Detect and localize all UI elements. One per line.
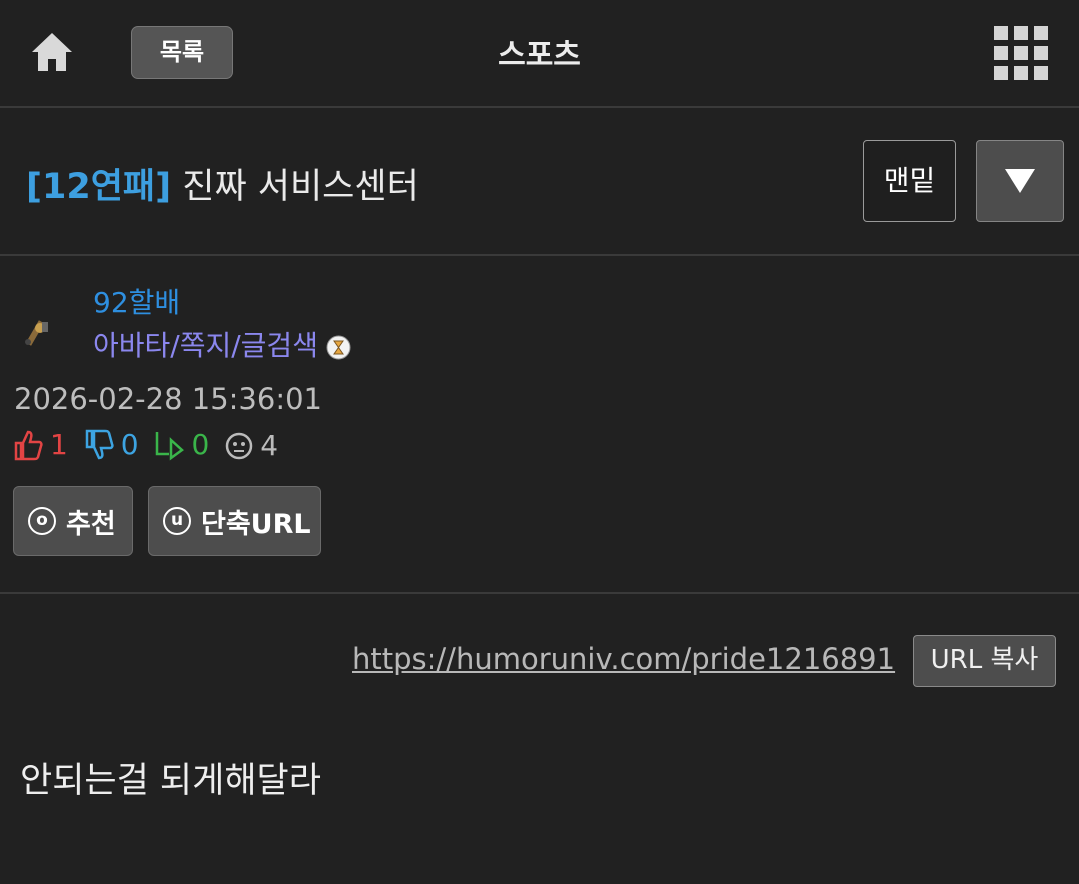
short-url-button[interactable]: u 단축URL <box>148 486 321 556</box>
post-tag: [12연패] <box>26 167 172 207</box>
post-date: 2026-02-28 15:36:01 <box>14 382 322 416</box>
view-count: 4 <box>260 429 279 462</box>
author-nickname[interactable]: 92할배 <box>93 281 180 321</box>
dislike-count: 0 <box>120 428 139 461</box>
post-content: 안되는걸 되게해달라 <box>20 761 321 801</box>
post-title-bar: [12연패] 진짜 서비스센터 맨밑 <box>0 108 1079 256</box>
post-title-text: 진짜 서비스센터 <box>182 167 419 207</box>
post-body: https://humoruniv.com/pride1216891 URL 복… <box>0 594 1079 884</box>
post-stats: 1 0 0 4 <box>12 428 284 464</box>
post-url-link[interactable]: https://humoruniv.com/pride1216891 <box>352 642 895 676</box>
reply-stat: 0 <box>153 428 209 461</box>
thumbs-down-icon <box>85 429 114 459</box>
badge-icon <box>326 335 351 360</box>
dislike-stat: 0 <box>83 428 139 461</box>
board-title: 스포츠 <box>498 38 581 73</box>
reply-arrow-icon <box>156 431 185 460</box>
scroll-bottom-button[interactable]: 맨밑 <box>863 140 956 222</box>
author-section: 92할배 아바타/쪽지/글검색 2026-02-28 15:36:01 1 0 … <box>0 256 1079 594</box>
like-count: 1 <box>50 428 68 461</box>
avatar[interactable] <box>20 316 52 350</box>
grid-menu-icon[interactable] <box>994 26 1048 80</box>
view-stat: 4 <box>224 429 278 462</box>
short-url-label: 단축URL <box>201 508 311 540</box>
reply-count: 0 <box>191 428 210 461</box>
triangle-down-icon <box>1005 169 1035 193</box>
post-title: [12연패] 진짜 서비스센터 <box>26 158 419 209</box>
author-links[interactable]: 아바타/쪽지/글검색 <box>93 324 351 364</box>
like-stat: 1 <box>12 428 68 461</box>
thumbs-up-icon <box>14 430 43 460</box>
face-icon <box>225 432 253 459</box>
short-url-circle-icon: u <box>163 507 191 535</box>
copy-url-button[interactable]: URL 복사 <box>913 635 1056 687</box>
top-bar: 목록 스포츠 <box>0 0 1079 108</box>
recommend-circle-icon: o <box>28 507 56 535</box>
author-links-text[interactable]: 아바타/쪽지/글검색 <box>93 329 318 362</box>
recommend-button[interactable]: o 추천 <box>13 486 133 556</box>
dropdown-button[interactable] <box>976 140 1064 222</box>
recommend-label: 추천 <box>66 508 116 540</box>
